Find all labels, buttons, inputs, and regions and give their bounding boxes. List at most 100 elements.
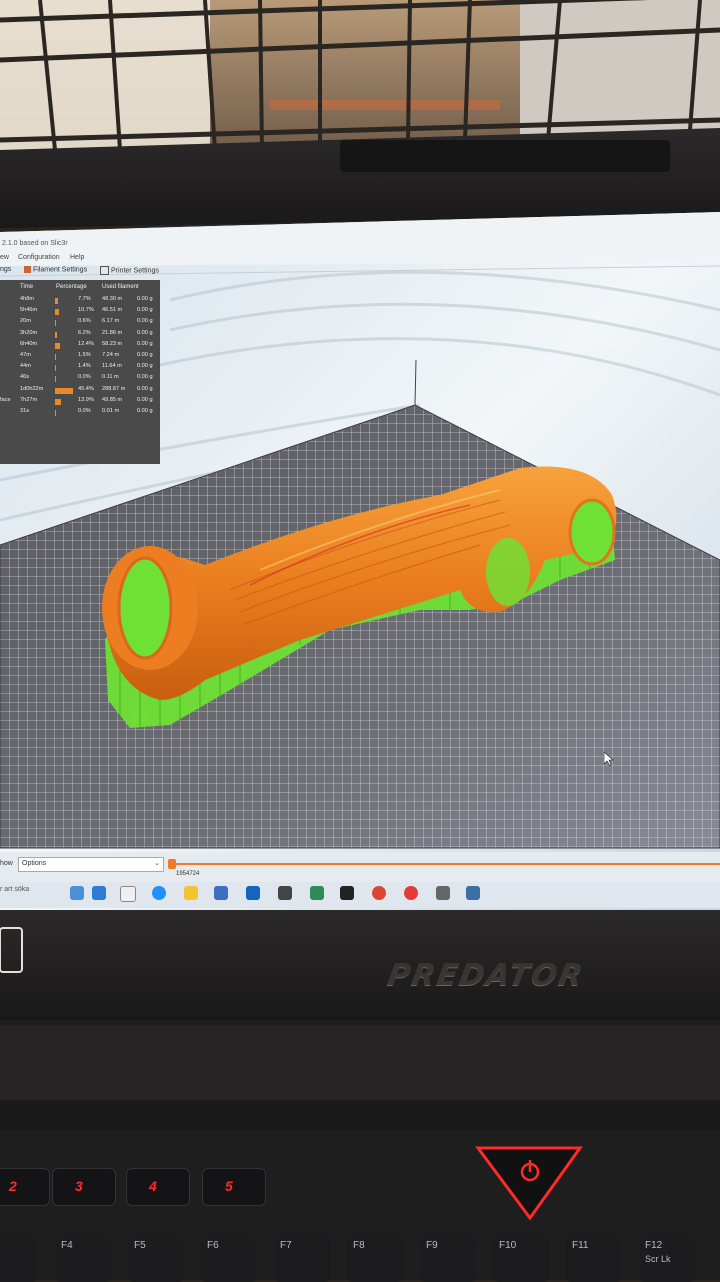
row-length: 6.17 m xyxy=(102,318,120,325)
menu-configuration[interactable]: Configuration xyxy=(18,254,60,261)
key-f12[interactable]: F12 Scr Lk xyxy=(639,1238,695,1282)
key-f5[interactable]: F5 xyxy=(128,1238,184,1282)
mail-icon[interactable] xyxy=(246,886,260,900)
percentage-bar xyxy=(55,387,74,394)
app-icon-dark[interactable] xyxy=(340,886,354,900)
row-length: 58.23 m xyxy=(102,340,123,347)
row-percentage: 1.4% xyxy=(78,363,91,370)
key-label: F11 xyxy=(572,1240,589,1251)
chrome-icon[interactable] xyxy=(372,886,386,900)
stats-row: 31s 0.0% 0.01 m 0.00 g xyxy=(0,408,160,419)
row-time: 6h40m xyxy=(20,340,38,347)
photo-scene xyxy=(0,0,720,1280)
slicer-icon-2[interactable] xyxy=(466,886,480,900)
row-percentage: 13.9% xyxy=(78,396,94,403)
row-weight: 0.00 g xyxy=(137,307,153,314)
tab-printer-settings[interactable]: Printer Settings xyxy=(100,266,159,275)
key-f7[interactable]: F7 xyxy=(274,1238,330,1282)
tab-printer-label: Printer Settings xyxy=(111,267,159,275)
row-weight: 0.00 g xyxy=(137,296,153,302)
key-5[interactable]: 5 xyxy=(202,1168,266,1206)
row-time: 44m xyxy=(20,363,31,370)
tab-filament-settings[interactable]: Filament Settings xyxy=(24,266,87,273)
key-f10[interactable]: F10 xyxy=(493,1238,549,1282)
key-f4[interactable]: F4 xyxy=(55,1238,111,1282)
row-percentage: 10.7% xyxy=(78,307,94,314)
tab-print-settings[interactable]: ngs xyxy=(0,266,11,273)
stats-row: face 7h27m 13.9% 49.85 m 0.00 g xyxy=(0,397,160,408)
windows-taskbar xyxy=(0,882,720,908)
stats-row: 3h20m 6.2% 21.86 m 0.00 g xyxy=(0,330,160,341)
row-length: 11.64 m xyxy=(102,363,122,370)
app-icon-green[interactable] xyxy=(310,886,324,900)
percentage-bar xyxy=(55,365,56,372)
key-label: F7 xyxy=(280,1240,292,1251)
menu-help[interactable]: Help xyxy=(70,254,84,261)
row-percentage: 0.0% xyxy=(78,408,91,414)
key-2[interactable]: 2 xyxy=(0,1168,50,1206)
weather-icon[interactable] xyxy=(92,886,106,900)
row-weight: 0.00 g xyxy=(137,374,153,381)
key-label: F10 xyxy=(499,1240,517,1251)
taskbar-search[interactable]: r art söka xyxy=(0,886,29,893)
menu-view[interactable]: ew xyxy=(0,254,9,261)
widget-icon[interactable] xyxy=(70,886,84,900)
row-time: 3h20m xyxy=(20,329,38,336)
task-view-icon[interactable] xyxy=(120,886,136,902)
stats-row: 6h40m 12.4% 58.23 m 0.00 g xyxy=(0,341,160,352)
percentage-bar xyxy=(55,298,59,304)
scroll-lock-label: Scr Lk xyxy=(645,1254,671,1264)
stats-row: 5h46m 10.7% 46.51 m 0.00 g xyxy=(0,307,160,318)
file-explorer-icon[interactable] xyxy=(184,886,198,900)
key-f11[interactable]: F11 xyxy=(566,1238,622,1282)
key-3[interactable]: 3 xyxy=(52,1168,116,1206)
show-label: how xyxy=(0,860,13,867)
stats-row: 44m 1.4% 11.64 m 0.00 g xyxy=(0,363,160,374)
row-percentage: 1.5% xyxy=(78,352,91,358)
slicer-icon[interactable] xyxy=(278,886,292,900)
key-f6[interactable]: F6 xyxy=(201,1238,257,1282)
app-icon-window[interactable] xyxy=(436,886,450,900)
stats-row: 47m 1.5% 7.24 m 0.00 g xyxy=(0,352,160,363)
layer-slider-thumb[interactable] xyxy=(168,859,176,869)
header-used-filament: Used filament xyxy=(102,284,139,290)
row-length: 7.24 m xyxy=(102,352,120,358)
percentage-bar xyxy=(55,331,58,338)
percentage-bar xyxy=(55,398,61,405)
row-time: 4h8m xyxy=(20,296,34,302)
key-label: F9 xyxy=(426,1240,438,1251)
store-icon[interactable] xyxy=(214,886,228,900)
row-weight: 0.00 g xyxy=(137,408,153,414)
row-time: 31s xyxy=(20,408,30,414)
key-4[interactable]: 4 xyxy=(126,1168,190,1206)
percentage-bar xyxy=(55,309,60,316)
stats-row: 20m 0.6% 6.17 m 0.00 g xyxy=(0,318,160,329)
key-f8[interactable]: F8 xyxy=(347,1238,403,1282)
laptop-brand-logo: PREDATOR xyxy=(384,958,587,993)
key-label: F5 xyxy=(134,1240,146,1251)
row-length: 48.30 m xyxy=(102,296,123,302)
options-select[interactable]: Options ⌄ xyxy=(18,857,164,872)
key-f3[interactable]: F3 xyxy=(0,1238,38,1282)
row-weight: 0.00 g xyxy=(137,385,153,392)
app-icon-red[interactable] xyxy=(404,886,418,900)
row-percentage: 0.6% xyxy=(78,318,91,325)
tab-filament-label: Filament Settings xyxy=(33,266,88,274)
stats-row: 4h8m 7.7% 48.30 m 0.00 g xyxy=(0,296,160,307)
key-label: F8 xyxy=(353,1240,365,1251)
percentage-bar xyxy=(55,410,56,416)
key-f9[interactable]: F9 xyxy=(420,1238,476,1282)
percentage-bar xyxy=(55,376,56,383)
key-label: F4 xyxy=(61,1240,73,1251)
layer-slider[interactable] xyxy=(172,863,720,865)
stats-row: 1d0h22m 45.4% 288.87 m 0.00 g xyxy=(0,386,160,397)
layer-slider-value: 1954724 xyxy=(176,871,200,877)
row-percentage: 12.4% xyxy=(78,340,94,347)
percentage-bar xyxy=(55,320,56,327)
row-weight: 0.00 g xyxy=(137,363,153,370)
edge-icon[interactable] xyxy=(152,886,166,900)
statistics-panel: Time Percentage Used filament 4h8m 7.7% 48… xyxy=(0,280,160,464)
row-time: 5h46m xyxy=(20,307,38,314)
row-time: 46s xyxy=(20,374,30,381)
row-weight: 0.00 g xyxy=(137,352,153,358)
